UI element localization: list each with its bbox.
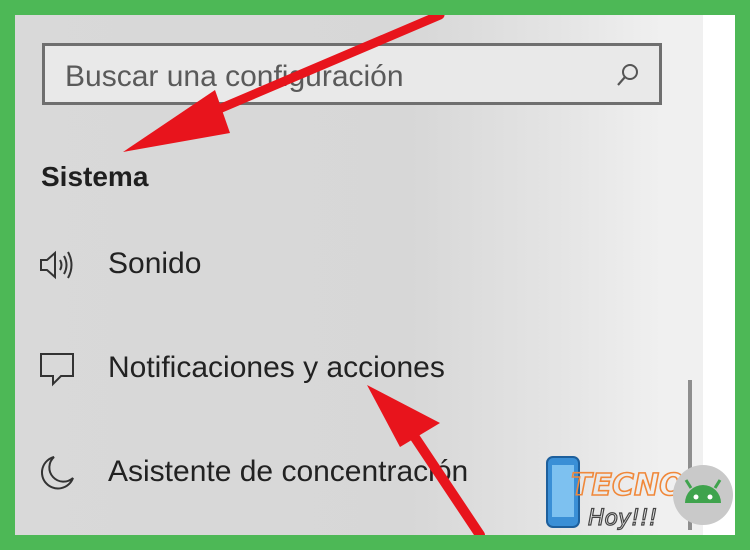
nav-item-label: Sonido (108, 247, 202, 280)
section-title-sistema: Sistema (41, 161, 149, 192)
search-icon[interactable] (615, 62, 641, 88)
search-box[interactable] (42, 43, 662, 105)
settings-sidebar: Sistema Sonido Notificaciones y acciones… (15, 15, 735, 535)
moon-icon (41, 456, 74, 490)
nav-item-asistente-concentracion[interactable]: Asistente de concentración (15, 439, 635, 509)
speaker-icon (40, 250, 73, 280)
nav-item-notificaciones[interactable]: Notificaciones y acciones (15, 335, 635, 405)
search-input[interactable] (63, 56, 607, 98)
svg-text:Hoy!!!: Hoy!!! (588, 506, 657, 531)
tecnohoy-watermark-logo: TECNO Hoy!!! (546, 456, 733, 532)
android-icon (673, 465, 733, 525)
nav-item-label: Asistente de concentración (108, 455, 469, 488)
notification-icon (40, 353, 74, 387)
green-frame: Sistema Sonido Notificaciones y acciones… (0, 0, 750, 550)
nav-item-sonido[interactable]: Sonido (15, 231, 635, 301)
nav-item-label: Notificaciones y acciones (108, 351, 445, 384)
svg-text:TECNO: TECNO (571, 468, 685, 503)
